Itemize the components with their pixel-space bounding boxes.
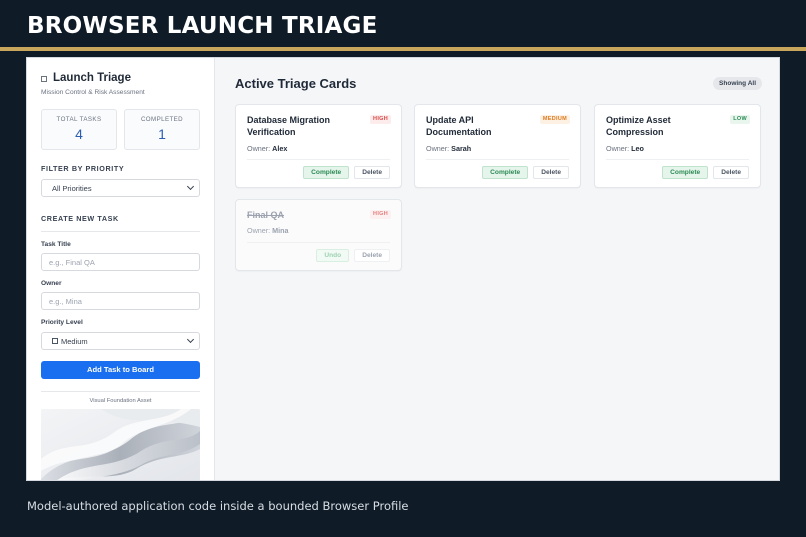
triage-card: Update API Documentation MEDIUM Owner: S…: [414, 104, 581, 188]
delete-button[interactable]: Delete: [354, 166, 390, 179]
complete-button[interactable]: Complete: [662, 166, 709, 179]
accent-divider: [0, 47, 806, 51]
card-divider: [247, 242, 390, 243]
priority-badge: LOW: [730, 115, 750, 124]
owner-name: Sarah: [451, 144, 472, 153]
owner-prefix: Owner:: [606, 144, 630, 153]
main-panel: Active Triage Cards Showing All Database…: [216, 58, 779, 480]
card-owner: Owner: Alex: [247, 144, 287, 153]
priority-level-select[interactable]: Medium: [41, 332, 200, 350]
asset-caption: Visual Foundation Asset: [89, 398, 152, 404]
card-owner: Owner: Sarah: [426, 144, 471, 153]
priority-level-text: Medium: [61, 336, 88, 346]
abstract-wave-image: [41, 409, 200, 480]
owner-prefix: Owner:: [247, 226, 271, 235]
card-title: Optimize Asset Compression: [606, 115, 671, 137]
stats-row: TOTAL TASKS 4 COMPLETED 1: [41, 109, 200, 150]
owner-name: Mina: [272, 226, 289, 235]
board-title: Active Triage Cards: [235, 76, 357, 91]
card-divider: [247, 159, 390, 160]
delete-button[interactable]: Delete: [533, 166, 569, 179]
complete-button[interactable]: Complete: [482, 166, 529, 179]
card-title: Final QA: [247, 210, 285, 220]
owner-input[interactable]: e.g., Mina: [41, 292, 200, 310]
undo-button[interactable]: Undo: [316, 249, 350, 262]
complete-button[interactable]: Complete: [303, 166, 350, 179]
sidebar: Launch Triage Mission Control & Risk Ass…: [27, 58, 215, 480]
visual-foundation-image: [41, 409, 200, 480]
card-actions: Complete Delete: [662, 166, 749, 179]
square-icon: [52, 338, 58, 344]
owner-name: Leo: [631, 144, 644, 153]
app-subtitle: Mission Control & Risk Assessment: [41, 89, 145, 96]
page-header: BROWSER LAUNCH TRIAGE: [0, 0, 806, 51]
triage-card: Optimize Asset Compression LOW Owner: Le…: [594, 104, 761, 188]
owner-prefix: Owner:: [426, 144, 450, 153]
card-title: Database Migration Verification: [247, 115, 331, 137]
stat-label: TOTAL TASKS: [56, 116, 102, 123]
showing-badge: Showing All: [713, 77, 762, 90]
chevron-down-icon: [186, 335, 195, 344]
add-task-button[interactable]: Add Task to Board: [41, 361, 200, 379]
stat-value: 1: [158, 126, 166, 142]
card-title: Update API Documentation: [426, 115, 492, 137]
task-title-label: Task Title: [41, 241, 71, 248]
delete-button[interactable]: Delete: [354, 249, 390, 262]
card-actions: Undo Delete: [316, 249, 390, 262]
stat-label: COMPLETED: [140, 116, 184, 123]
task-title-input[interactable]: e.g., Final QA: [41, 253, 200, 271]
priority-badge: MEDIUM: [539, 115, 570, 124]
chevron-down-icon: [186, 182, 195, 191]
brand-row: Launch Triage: [41, 72, 200, 84]
stat-completed: COMPLETED 1: [124, 109, 200, 150]
filter-heading: FILTER BY PRIORITY: [41, 164, 125, 173]
triage-card-completed: Final QA HIGH Owner: Mina Undo Delete: [235, 199, 402, 271]
card-divider: [426, 159, 569, 160]
priority-badge: HIGH: [370, 115, 391, 124]
page-title: BROWSER LAUNCH TRIAGE: [27, 13, 378, 39]
card-actions: Complete Delete: [482, 166, 569, 179]
square-icon: [41, 75, 47, 82]
section-divider: [41, 391, 200, 392]
priority-filter-select[interactable]: All Priorities: [41, 179, 200, 197]
priority-level-value: Medium: [52, 337, 88, 346]
card-owner: Owner: Leo: [606, 144, 644, 153]
card-actions: Complete Delete: [303, 166, 390, 179]
triage-card: Database Migration Verification HIGH Own…: [235, 104, 402, 188]
delete-button[interactable]: Delete: [713, 166, 749, 179]
owner-name: Alex: [272, 144, 288, 153]
priority-badge: HIGH: [370, 210, 391, 219]
browser-app-frame: Launch Triage Mission Control & Risk Ass…: [26, 57, 780, 481]
stat-value: 4: [75, 126, 83, 142]
page-caption: Model-authored application code inside a…: [27, 499, 409, 513]
priority-level-label: Priority Level: [41, 319, 83, 326]
priority-filter-value: All Priorities: [52, 183, 92, 193]
card-divider: [606, 159, 749, 160]
card-owner: Owner: Mina: [247, 226, 289, 235]
stat-total-tasks: TOTAL TASKS 4: [41, 109, 117, 150]
section-divider: [41, 231, 200, 232]
owner-prefix: Owner:: [247, 144, 271, 153]
create-heading: CREATE NEW TASK: [41, 214, 119, 223]
app-name: Launch Triage: [53, 72, 131, 84]
owner-label: Owner: [41, 280, 62, 287]
